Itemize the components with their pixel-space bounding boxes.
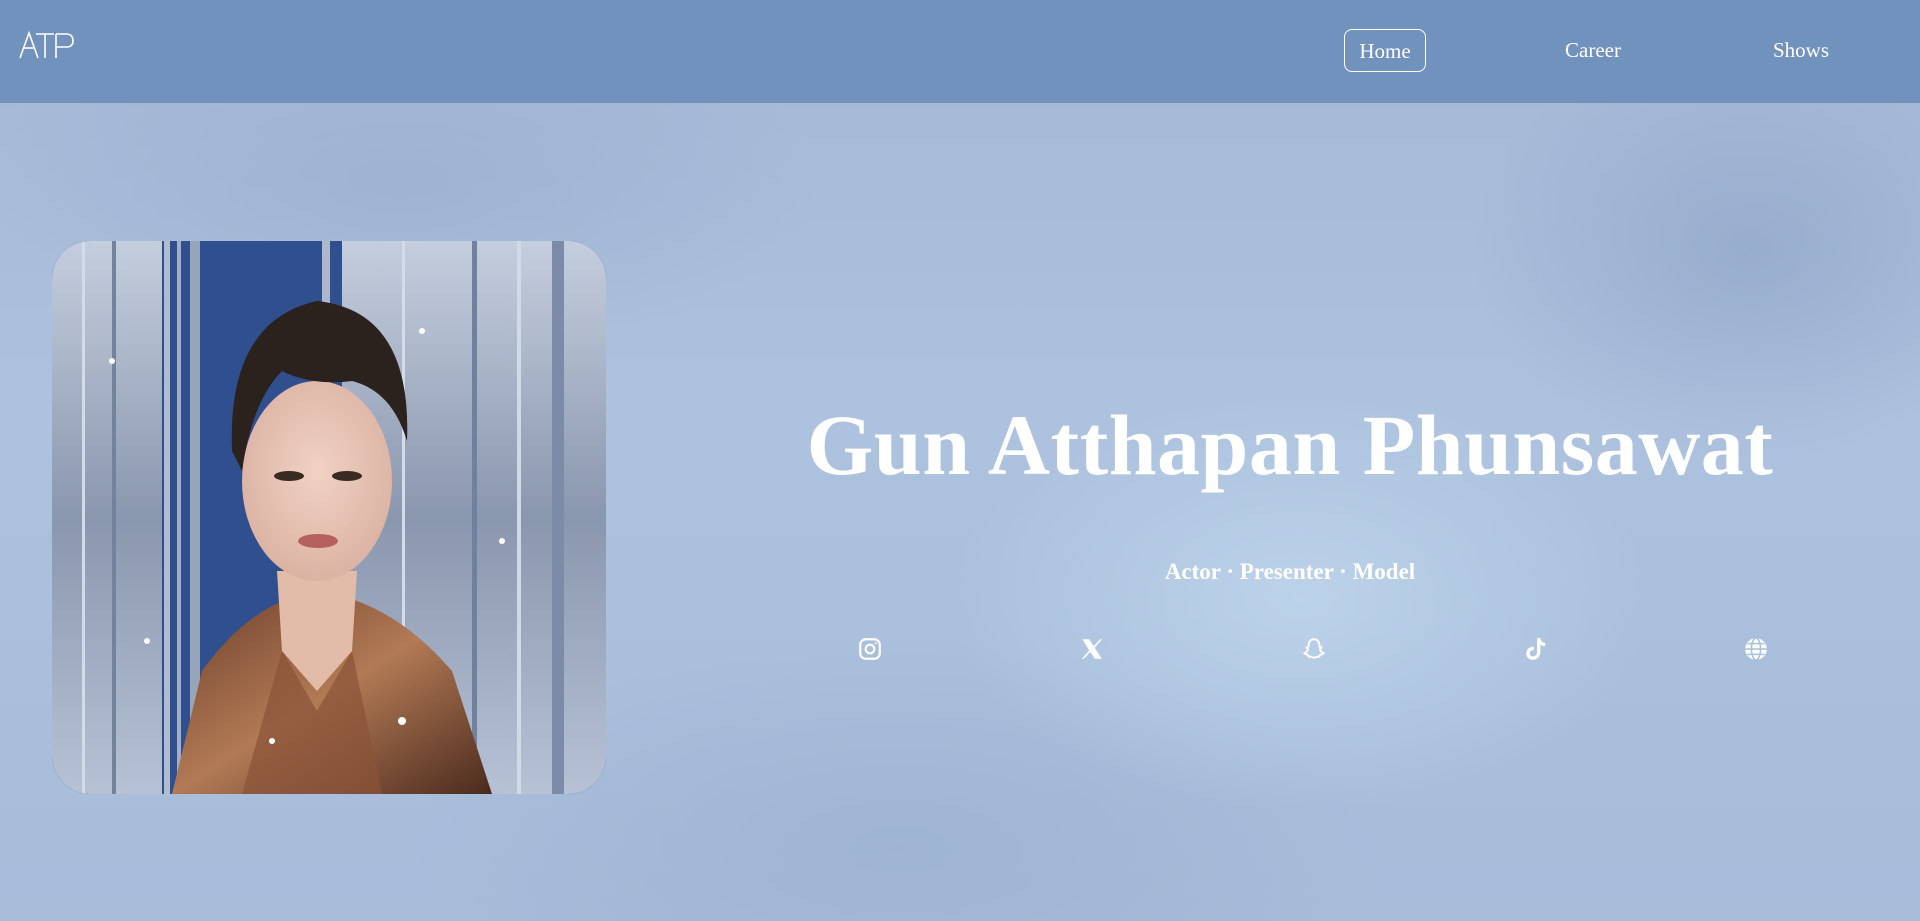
top-navbar: Home Career Shows: [0, 0, 1920, 103]
hero-name-title: Gun Atthapan Phunsawat: [806, 397, 1774, 493]
nav-shows-link[interactable]: Shows: [1760, 29, 1842, 72]
portrait-photo: [52, 241, 606, 794]
nav-home-link[interactable]: Home: [1344, 29, 1426, 72]
hero-roles-subtitle: Actor · Presenter · Model: [1164, 559, 1416, 584]
snapchat-icon[interactable]: [1301, 636, 1327, 662]
instagram-icon[interactable]: [857, 636, 883, 662]
globe-icon[interactable]: [1743, 636, 1769, 662]
site-logo[interactable]: [18, 30, 78, 60]
logo-monogram-icon: [19, 30, 74, 59]
nav-career-link[interactable]: Career: [1552, 29, 1634, 72]
x-twitter-icon[interactable]: [1079, 636, 1105, 662]
tiktok-icon[interactable]: [1523, 636, 1549, 662]
